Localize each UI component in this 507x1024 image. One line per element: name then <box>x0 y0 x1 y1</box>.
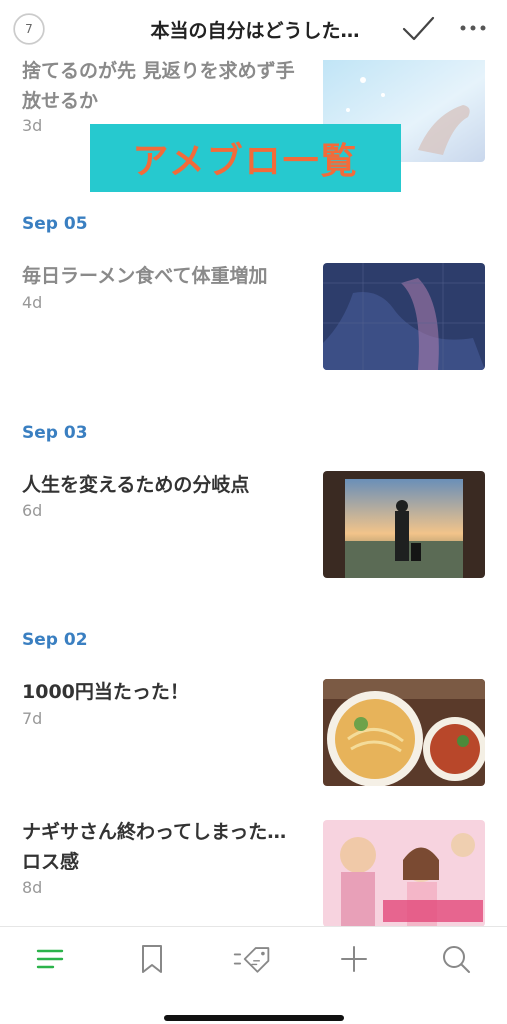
count-badge-label: 7 <box>25 22 33 36</box>
more-icon[interactable] <box>458 18 488 38</box>
search-icon <box>443 946 470 973</box>
item-age: 8d <box>22 878 43 897</box>
item-age: 4d <box>22 293 43 312</box>
tab-add[interactable] <box>334 941 374 977</box>
date-header: Sep 02 <box>22 630 88 650</box>
tab-list[interactable] <box>30 941 70 977</box>
bottom-tab-bar <box>0 926 507 1024</box>
item-title: 1000円当たった！ <box>22 681 189 703</box>
page-title: 本当の自分はどうした… <box>150 20 360 42</box>
checkmark-icon[interactable] <box>400 14 436 44</box>
count-badge[interactable]: 7 <box>14 14 44 44</box>
item-thumbnail <box>323 679 485 786</box>
date-header: Sep 05 <box>22 214 88 234</box>
item-title: 毎日ラーメン食べて体重増加 <box>22 265 268 287</box>
item-title: 人生を変えるための分岐点 <box>22 474 250 496</box>
tab-bookmark[interactable] <box>132 941 172 977</box>
item-thumbnail <box>323 820 485 926</box>
item-age: 6d <box>22 501 43 520</box>
overlay-banner-text: アメブロ一覧 <box>132 141 359 182</box>
item-title: 捨てるのが先 見返りを求めず手放せるか <box>22 60 295 112</box>
home-indicator[interactable] <box>164 1015 344 1021</box>
tab-search[interactable] <box>436 941 476 977</box>
top-navigation-bar: 7 本当の自分はどうした… <box>0 0 507 60</box>
item-thumbnail <box>323 263 485 370</box>
item-age: 7d <box>22 709 43 728</box>
date-header: Sep 03 <box>22 423 88 443</box>
bookmark-icon <box>142 945 162 973</box>
item-age: 3d <box>22 116 43 135</box>
tab-tag[interactable] <box>232 941 272 977</box>
tag-icon <box>233 947 270 973</box>
overlay-banner: アメブロ一覧 <box>90 124 401 192</box>
item-title: ナギサさん終わってしまった…ロス感 <box>22 821 287 873</box>
list-icon <box>36 949 64 969</box>
item-thumbnail <box>323 471 485 578</box>
plus-icon <box>341 946 367 972</box>
